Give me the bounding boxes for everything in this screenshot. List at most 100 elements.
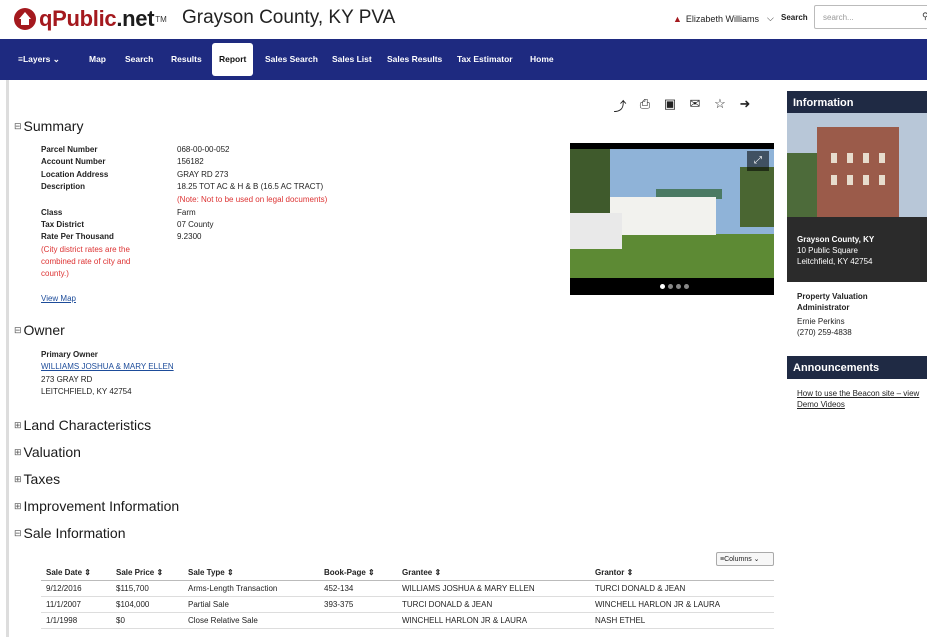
description: 18.25 TOT AC & H & B (16.5 AC TRACT): [177, 182, 324, 191]
county-title: Grayson County, KY PVA: [182, 7, 396, 28]
print-icon[interactable]: ⎙: [637, 96, 653, 115]
col-grantor[interactable]: Grantor ⇕: [590, 565, 774, 581]
cell: TURCI DONALD & JEAN: [397, 596, 590, 613]
courthouse-photo: [787, 113, 927, 217]
photo-window: [831, 153, 837, 163]
cell: [319, 612, 397, 629]
expand-icon: ⊞: [14, 446, 22, 457]
account-number: 156182: [177, 157, 204, 166]
header-search-label: Search: [781, 13, 808, 22]
section-sale-information[interactable]: ⊟ Sale Information: [14, 525, 126, 541]
col-sale-date[interactable]: Sale Date ⇕: [41, 565, 111, 581]
email-icon[interactable]: ✉: [687, 96, 703, 115]
table-header-row: Sale Date ⇕ Sale Price ⇕ Sale Type ⇕ Boo…: [41, 565, 774, 581]
view-map-link[interactable]: View Map: [41, 294, 76, 303]
owner-name-link[interactable]: WILLIAMS JOSHUA & MARY ELLEN: [41, 362, 174, 371]
announcement-link[interactable]: How to use the Beacon site – view Demo Vi…: [797, 388, 919, 410]
header: qPublic.net TM Grayson County, KY PVA ▲ …: [0, 0, 927, 38]
owner-city: LEITCHFIELD, KY 42754: [41, 387, 132, 396]
cell: $115,700: [111, 580, 183, 597]
section-improvement-information[interactable]: ⊞ Improvement Information: [14, 498, 179, 514]
col-sale-type[interactable]: Sale Type ⇕: [183, 565, 319, 581]
arrow-right-icon[interactable]: ➜: [737, 96, 753, 115]
carousel-dots: [660, 284, 689, 289]
field-label: Location Address: [41, 170, 109, 179]
search-icon[interactable]: ⚲: [922, 11, 927, 22]
field-label: Account Number: [41, 157, 106, 166]
cell: 1/1/1998: [41, 612, 111, 629]
cell: WINCHELL HARLON JR & LAURA: [590, 596, 774, 613]
user-menu[interactable]: ▲ Elizabeth Williams ⌵: [673, 13, 774, 24]
cell: 11/1/2007: [41, 596, 111, 613]
nav-sales-results[interactable]: Sales Results: [387, 39, 442, 80]
nav-results[interactable]: Results: [171, 39, 202, 80]
owner-address: 273 GRAY RD: [41, 375, 93, 384]
nav-home[interactable]: Home: [530, 39, 554, 80]
collapse-icon: ⊟: [14, 324, 22, 335]
tax-district: 07 County: [177, 220, 214, 229]
sales-table: Sale Date ⇕ Sale Price ⇕ Sale Type ⇕ Boo…: [41, 565, 774, 629]
photo-tree: [787, 153, 817, 217]
collapse-icon: ⊟: [14, 120, 22, 131]
carousel-dot[interactable]: [684, 284, 689, 289]
columns-button[interactable]: ≡Columns ⌄: [716, 552, 774, 566]
office-name: Grayson County, KY: [797, 235, 875, 244]
cell: Arms-Length Transaction: [183, 580, 319, 597]
chevron-down-icon: ⌵: [766, 13, 774, 23]
table-row: 1/1/1998 $0 Close Relative Sale WINCHELL…: [41, 612, 774, 629]
star-icon[interactable]: ☆: [712, 96, 728, 115]
col-sale-price[interactable]: Sale Price ⇕: [111, 565, 183, 581]
section-taxes[interactable]: ⊞ Taxes: [14, 471, 60, 487]
nav-report[interactable]: Report: [212, 43, 254, 76]
location-address: GRAY RD 273: [177, 170, 229, 179]
pva-contact: Ernie Perkins (270) 259-4838: [797, 317, 852, 337]
office-city: Leitchfield, KY 42754: [797, 257, 873, 266]
share-icon[interactable]: ⤴: [612, 96, 628, 115]
header-search-input[interactable]: [814, 5, 927, 29]
cell: WINCHELL HARLON JR & LAURA: [397, 612, 590, 629]
table-row: 11/1/2007 $104,000 Partial Sale 393-375 …: [41, 596, 774, 613]
property-photo-carousel[interactable]: ⤢: [570, 143, 774, 295]
expand-icon: ⊞: [14, 419, 22, 430]
expand-icon[interactable]: ⤢: [747, 151, 769, 171]
rate-per-thousand: 9.2300: [177, 232, 202, 241]
nav-search[interactable]: Search: [125, 39, 153, 80]
section-valuation[interactable]: ⊞ Valuation: [14, 444, 81, 460]
nav-map[interactable]: Map: [89, 39, 106, 80]
carousel-dot[interactable]: [676, 284, 681, 289]
photo-shed: [570, 213, 622, 249]
field-label: Rate Per Thousand: [41, 232, 114, 241]
photo-window: [831, 175, 837, 185]
qpublic-logo[interactable]: qPublic.net TM: [14, 5, 167, 33]
announcements-heading: Announcements: [787, 356, 927, 379]
cell: Close Relative Sale: [183, 612, 319, 629]
cell: TURCI DONALD & JEAN: [590, 580, 774, 597]
photo-house: [610, 197, 716, 235]
image-icon[interactable]: ▣: [662, 96, 678, 115]
nav-sales-list[interactable]: Sales List: [332, 39, 372, 80]
table-row: 9/12/2016 $115,700 Arms-Length Transacti…: [41, 580, 774, 597]
section-owner[interactable]: ⊟ Owner: [14, 322, 65, 338]
user-name: Elizabeth Williams: [685, 13, 759, 24]
collapse-icon: ⊟: [14, 527, 22, 538]
left-border: [6, 80, 9, 637]
main-nav: ≡Layers ⌄ Map Search Results Report Sale…: [0, 39, 927, 80]
cell: 452-134: [319, 580, 397, 597]
carousel-dot[interactable]: [660, 284, 665, 289]
nav-sales-search[interactable]: Sales Search: [265, 39, 318, 80]
expand-icon: ⊞: [14, 500, 22, 511]
nav-layers[interactable]: ≡Layers ⌄: [18, 39, 60, 80]
field-label: Class: [41, 208, 63, 217]
carousel-dot[interactable]: [668, 284, 673, 289]
nav-tax-estimator[interactable]: Tax Estimator: [457, 39, 513, 80]
section-land-characteristics[interactable]: ⊞ Land Characteristics: [14, 417, 151, 433]
col-book-page[interactable]: Book-Page ⇕: [319, 565, 397, 581]
field-label: Description: [41, 182, 86, 191]
parcel-number: 068-00-00-052: [177, 145, 230, 154]
rate-note-line: (City district rates are the: [41, 245, 130, 254]
class-value: Farm: [177, 208, 196, 217]
cell: 9/12/2016: [41, 580, 111, 597]
col-grantee[interactable]: Grantee ⇕: [397, 565, 590, 581]
description-note: (Note: Not to be used on legal documents…: [177, 195, 328, 204]
section-summary[interactable]: ⊟ Summary: [14, 118, 83, 134]
